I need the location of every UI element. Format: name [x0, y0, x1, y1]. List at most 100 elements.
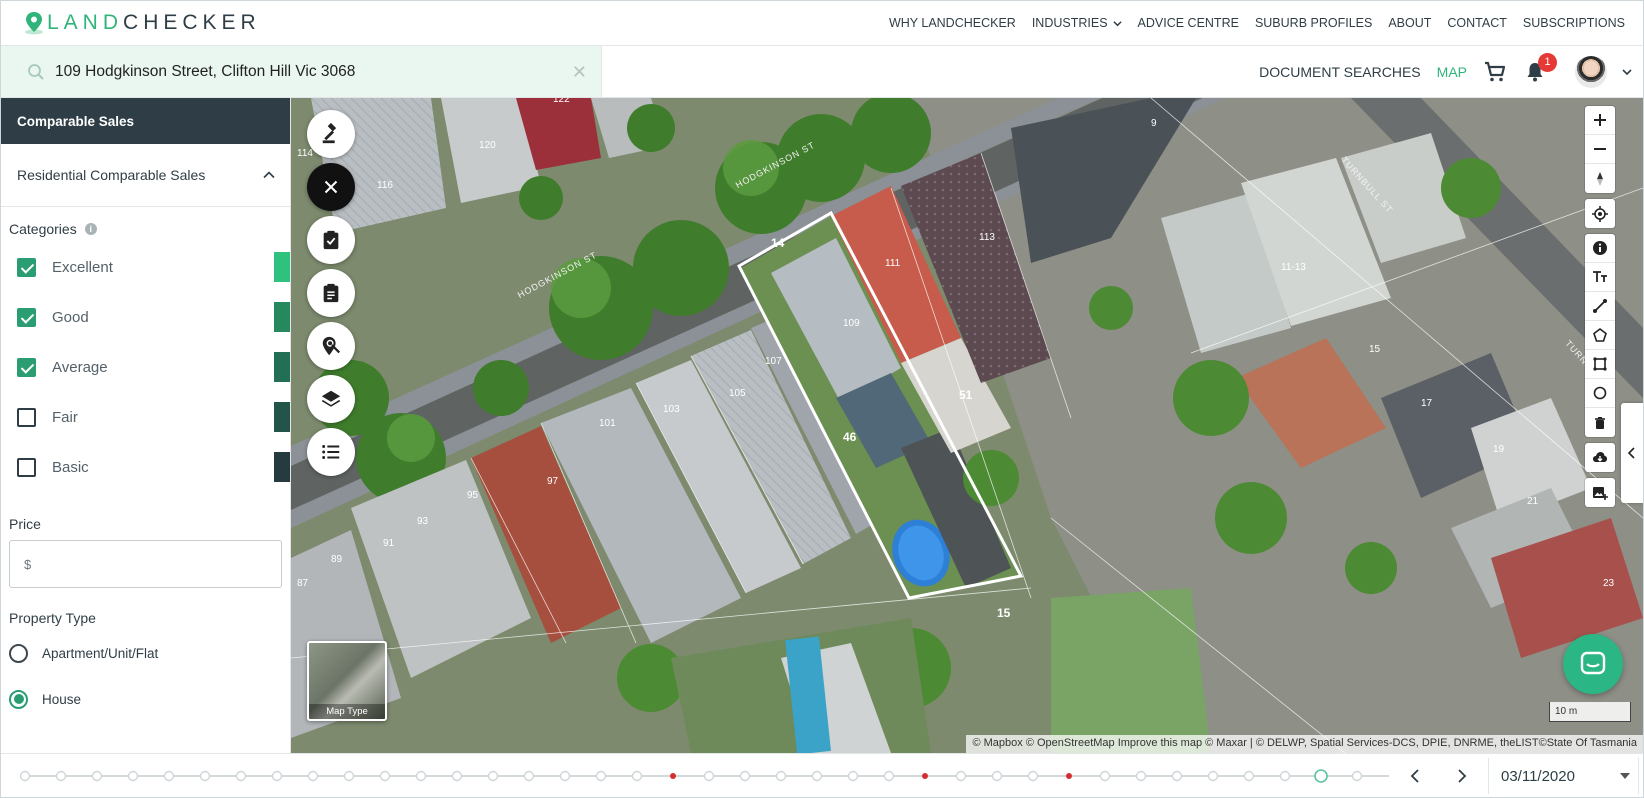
report-button[interactable]: [307, 269, 355, 317]
zoom-out-button[interactable]: [1585, 135, 1615, 164]
checkbox-average[interactable]: [17, 357, 36, 377]
map-type-toggle[interactable]: Map Type: [307, 641, 387, 721]
timeline-dot[interactable]: [487, 770, 499, 782]
chat-button[interactable]: [1563, 634, 1623, 694]
category-excellent[interactable]: Excellent: [1, 242, 290, 292]
price-input[interactable]: $: [9, 540, 282, 588]
landchecker-logo[interactable]: LANDCHECKER: [21, 8, 261, 38]
timeline-dot[interactable]: [922, 773, 928, 779]
checkbox-good[interactable]: [17, 307, 36, 327]
nav-subscriptions[interactable]: SUBSCRIPTIONS: [1523, 16, 1625, 30]
notification-bell-icon[interactable]: 1: [1523, 52, 1557, 84]
list-button[interactable]: [307, 428, 355, 476]
timeline-dot[interactable]: [1066, 773, 1072, 779]
timeline-dot[interactable]: [1171, 770, 1183, 782]
timeline-dot[interactable]: [883, 770, 895, 782]
timeline-dot[interactable]: [451, 770, 463, 782]
zoom-controls: [1585, 106, 1615, 193]
side-collapse-toggle[interactable]: [1621, 403, 1643, 503]
aerial-map[interactable]: HODGKINSON ST HODGKINSON ST TURNBULL ST …: [291, 98, 1643, 753]
info-icon[interactable]: i: [84, 223, 97, 235]
timeline-dot[interactable]: [1099, 770, 1111, 782]
document-searches-link[interactable]: DOCUMENT SEARCHES: [1259, 64, 1421, 80]
zoom-in-button[interactable]: [1585, 106, 1615, 135]
timeline-dot[interactable]: [19, 770, 31, 782]
timeline-dot[interactable]: [1279, 770, 1291, 782]
timeline-dot[interactable]: [163, 770, 175, 782]
timeline-dot[interactable]: [1027, 770, 1039, 782]
add-image-button[interactable]: [1585, 478, 1615, 507]
timeline-dot[interactable]: [955, 770, 967, 782]
nav-industries[interactable]: INDUSTRIES: [1032, 16, 1122, 30]
checkbox-excellent[interactable]: [17, 257, 36, 277]
nav-suburb-profiles[interactable]: SUBURB PROFILES: [1255, 16, 1372, 30]
timeline-dot[interactable]: [1243, 770, 1255, 782]
layers-button[interactable]: [307, 375, 355, 423]
nav-about[interactable]: ABOUT: [1388, 16, 1431, 30]
checkbox-fair[interactable]: [17, 407, 36, 427]
category-basic[interactable]: Basic: [1, 442, 290, 492]
location-search-button[interactable]: [307, 322, 355, 370]
timeline-dot[interactable]: [91, 770, 103, 782]
line-tool-button[interactable]: [1585, 292, 1615, 321]
chevron-left-icon[interactable]: [1405, 766, 1425, 786]
text-tool-button[interactable]: [1585, 263, 1615, 292]
timeline-dot[interactable]: [127, 770, 139, 782]
checklist-button[interactable]: [307, 216, 355, 264]
timeline-dot[interactable]: [271, 770, 283, 782]
close-tools-button[interactable]: [307, 163, 355, 211]
category-average[interactable]: Average: [1, 342, 290, 392]
cart-icon[interactable]: [1483, 60, 1507, 84]
category-fair[interactable]: Fair: [1, 392, 290, 442]
timeline-dot[interactable]: [811, 770, 823, 782]
timeline-dot[interactable]: [559, 770, 571, 782]
circle-tool-button[interactable]: [1585, 379, 1615, 408]
address-search-input[interactable]: [55, 62, 555, 81]
timeline-dot[interactable]: [670, 773, 676, 779]
nav-why-landchecker[interactable]: WHY LANDCHECKER: [889, 16, 1016, 30]
property-type-house[interactable]: House: [1, 676, 290, 722]
timeline-dot[interactable]: [55, 770, 67, 782]
timeline-dot[interactable]: [415, 770, 427, 782]
chevron-right-icon[interactable]: [1452, 766, 1472, 786]
timeline-dot[interactable]: [703, 770, 715, 782]
timeline-dot[interactable]: [631, 770, 643, 782]
map-link[interactable]: MAP: [1437, 64, 1467, 80]
auction-gavel-button[interactable]: [307, 110, 355, 158]
radio-house[interactable]: [9, 689, 28, 709]
residential-comparable-sales-toggle[interactable]: Residential Comparable Sales: [1, 144, 290, 207]
timeline-dot[interactable]: [1207, 770, 1219, 782]
nav-advice-centre[interactable]: ADVICE CENTRE: [1138, 16, 1239, 30]
imagery-date-select[interactable]: 03/11/2020: [1488, 758, 1639, 794]
timeline-dot[interactable]: [775, 770, 787, 782]
timeline-dot[interactable]: [235, 770, 247, 782]
timeline-dot[interactable]: [1135, 770, 1147, 782]
polygon-tool-button[interactable]: [1585, 321, 1615, 350]
property-type-apartment[interactable]: Apartment/Unit/Flat: [1, 630, 290, 676]
download-button[interactable]: [1585, 443, 1615, 472]
timeline-dot[interactable]: [199, 770, 211, 782]
timeline-dot[interactable]: [379, 770, 391, 782]
timeline-track[interactable]: [1, 754, 1401, 798]
timeline-dot[interactable]: [991, 770, 1003, 782]
avatar[interactable]: [1575, 55, 1607, 88]
geolocate-button[interactable]: [1585, 199, 1615, 228]
timeline-dot[interactable]: [739, 770, 751, 782]
category-good[interactable]: Good: [1, 292, 290, 342]
timeline-dot[interactable]: [595, 770, 607, 782]
timeline-dot[interactable]: [847, 770, 859, 782]
checkbox-basic[interactable]: [17, 457, 36, 477]
timeline-dot[interactable]: [1314, 769, 1328, 783]
chevron-down-icon[interactable]: [1621, 66, 1633, 78]
timeline-dot[interactable]: [1351, 770, 1363, 782]
nav-contact[interactable]: CONTACT: [1447, 16, 1507, 30]
timeline-dot[interactable]: [523, 770, 535, 782]
info-button[interactable]: [1585, 234, 1615, 263]
compass-button[interactable]: [1585, 164, 1615, 193]
radio-apartment[interactable]: [9, 643, 28, 663]
close-icon[interactable]: ✕: [572, 62, 587, 83]
timeline-dot[interactable]: [343, 770, 355, 782]
delete-tool-button[interactable]: [1585, 408, 1615, 437]
timeline-dot[interactable]: [307, 770, 319, 782]
rectangle-tool-button[interactable]: [1585, 350, 1615, 379]
